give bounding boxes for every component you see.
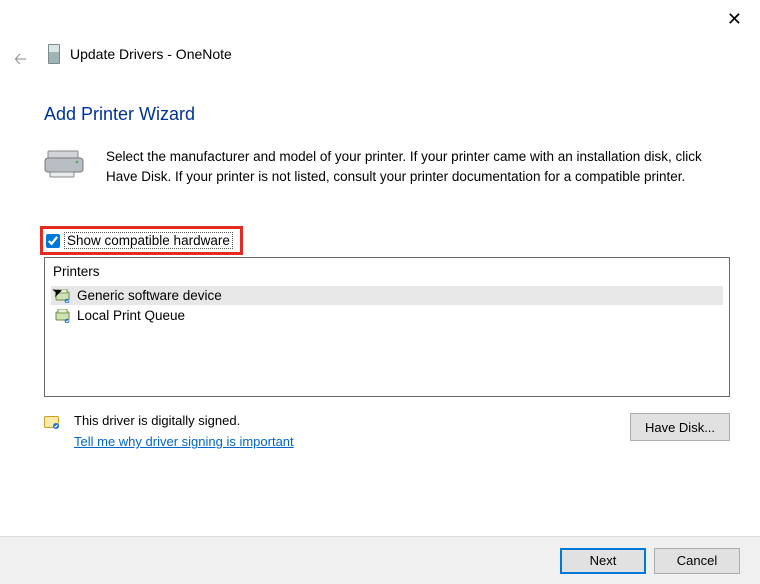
printer-icon bbox=[44, 149, 86, 179]
list-header: Printers bbox=[51, 262, 723, 285]
show-compatible-checkbox[interactable] bbox=[46, 234, 60, 248]
back-arrow-icon[interactable]: 🡠 bbox=[14, 48, 27, 75]
next-button[interactable]: Next bbox=[560, 548, 646, 574]
close-icon[interactable]: ✕ bbox=[727, 10, 742, 28]
show-compatible-label: Show compatible hardware bbox=[64, 232, 233, 249]
wizard-description: Select the manufacturer and model of you… bbox=[106, 147, 730, 186]
wizard-heading: Add Printer Wizard bbox=[44, 104, 730, 125]
list-item[interactable]: Generic software device bbox=[51, 286, 723, 305]
show-compatible-row[interactable]: Show compatible hardware bbox=[44, 230, 239, 251]
window-title: Update Drivers - OneNote bbox=[70, 46, 232, 62]
have-disk-button[interactable]: Have Disk... bbox=[630, 413, 730, 441]
printer-small-icon bbox=[55, 309, 71, 323]
certificate-icon bbox=[44, 416, 60, 430]
window-title-row: Update Drivers - OneNote bbox=[48, 44, 232, 64]
list-item-label: Local Print Queue bbox=[77, 308, 185, 323]
signature-status: This driver is digitally signed. bbox=[74, 413, 294, 428]
cancel-button[interactable]: Cancel bbox=[654, 548, 740, 574]
printer-small-icon bbox=[55, 289, 71, 303]
list-item-label: Generic software device bbox=[77, 288, 222, 303]
signature-link[interactable]: Tell me why driver signing is important bbox=[74, 434, 294, 449]
dialog-footer: Next Cancel bbox=[0, 536, 760, 584]
device-icon bbox=[48, 44, 60, 64]
list-item[interactable]: Local Print Queue bbox=[51, 306, 723, 325]
printers-listbox[interactable]: Printers Generic software device Local P… bbox=[44, 257, 730, 397]
